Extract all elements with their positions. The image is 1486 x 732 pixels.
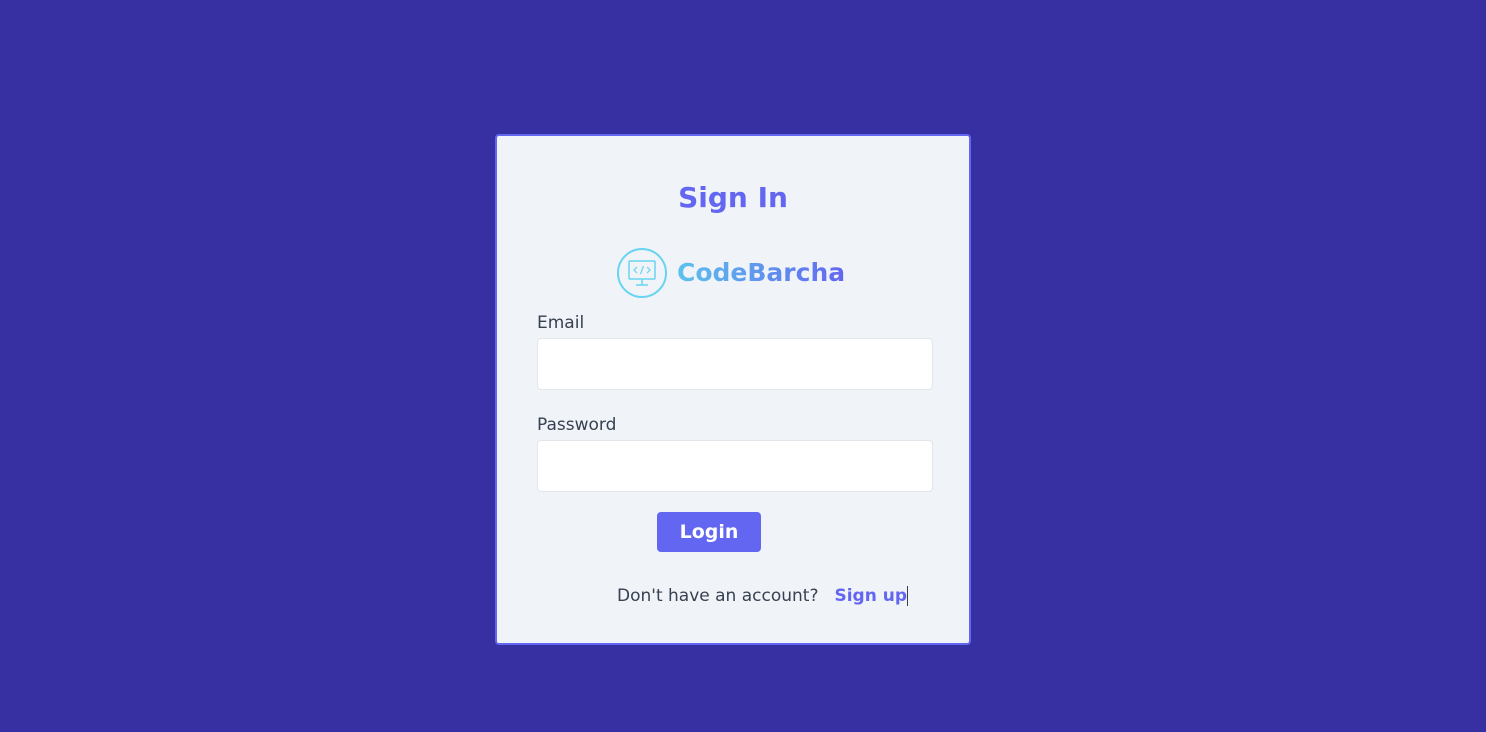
email-label: Email [537, 313, 585, 333]
monitor-code-icon [617, 248, 667, 298]
login-button[interactable]: Login [657, 512, 761, 552]
logo-wordmark: CodeBarcha [677, 258, 846, 287]
password-label: Password [537, 415, 617, 435]
signup-prompt: Don't have an account? Sign up [617, 584, 909, 608]
signup-link[interactable]: Sign up [834, 586, 909, 606]
brand-logo: CodeBarcha [617, 246, 845, 300]
page-title: Sign In [678, 181, 788, 214]
sign-in-card: Sign In CodeBarcha Email Password Login … [495, 134, 971, 645]
no-account-text: Don't have an account? [617, 586, 819, 606]
password-field[interactable] [537, 440, 933, 492]
email-field[interactable] [537, 338, 933, 390]
